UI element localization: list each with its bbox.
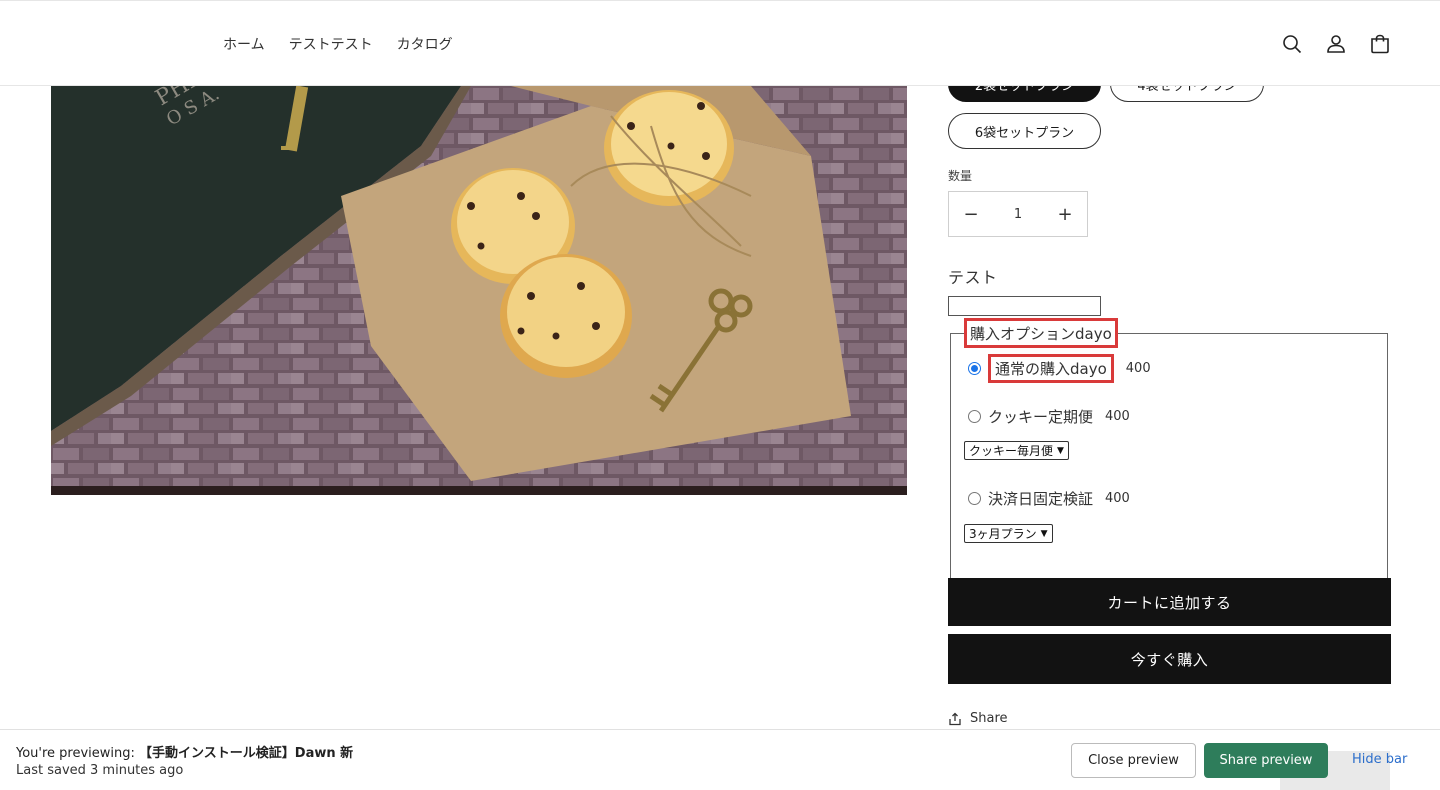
purchase-option-fixed-date: 決済日固定検証 400 <box>968 488 1130 509</box>
header-icons <box>1280 32 1392 56</box>
option-name-normal: 通常の購入dayo <box>988 354 1114 383</box>
search-icon[interactable] <box>1280 32 1304 56</box>
radio-cookie-subscription[interactable] <box>968 410 981 423</box>
previewing-text: You're previewing: 【手動インストール検証】Dawn 新 <box>16 742 353 761</box>
theme-preview-bar: You're previewing: 【手動インストール検証】Dawn 新 La… <box>0 729 1440 790</box>
chevron-down-icon: ▼ <box>1057 445 1064 456</box>
main-nav: ホーム テストテスト カタログ <box>223 34 453 54</box>
previewing-prefix: You're previewing: <box>16 746 135 761</box>
site-header: ホーム テストテスト カタログ <box>0 0 1440 86</box>
purchase-option-normal: 通常の購入dayo 400 <box>968 354 1151 383</box>
option-name-fixed-date: 決済日固定検証 <box>988 490 1094 508</box>
account-icon[interactable] <box>1324 32 1348 56</box>
purchase-option-subscription: クッキー定期便 400 <box>968 406 1130 427</box>
theme-name: 【手動インストール検証】Dawn 新 <box>139 746 354 761</box>
close-preview-button[interactable]: Close preview <box>1071 743 1196 778</box>
quantity-stepper: − 1 + <box>948 191 1088 237</box>
radio-normal-purchase[interactable] <box>968 362 981 375</box>
nav-item-catalog[interactable]: カタログ <box>397 34 453 54</box>
product-image: PHIA O S A. <box>51 86 907 495</box>
hide-bar-link[interactable]: Hide bar <box>1352 752 1407 767</box>
quantity-minus-button[interactable]: − <box>949 192 993 236</box>
quantity-label: 数量 <box>948 169 973 183</box>
option-price-normal: 400 <box>1125 361 1151 376</box>
test-field-input[interactable] <box>948 296 1101 316</box>
test-field-label: テスト <box>948 268 998 287</box>
subscription-plan-value: クッキー毎月便 <box>969 444 1054 458</box>
buy-now-button[interactable]: 今すぐ購入 <box>948 634 1391 684</box>
chevron-down-icon: ▼ <box>1040 528 1048 539</box>
nav-item-home[interactable]: ホーム <box>223 34 265 54</box>
fixed-date-plan-select[interactable]: 3ヶ月プラン ▼ <box>964 524 1053 543</box>
subscription-plan-select[interactable]: クッキー毎月便 ▼ <box>964 441 1069 460</box>
quantity-plus-button[interactable]: + <box>1043 192 1087 236</box>
share-preview-button[interactable]: Share preview <box>1204 743 1328 778</box>
cart-icon[interactable] <box>1368 32 1392 56</box>
last-saved-text: Last saved 3 minutes ago <box>16 763 184 778</box>
share-label: Share <box>970 711 1008 726</box>
nav-item-test[interactable]: テストテスト <box>289 34 373 54</box>
fixed-date-plan-value: 3ヶ月プラン <box>969 527 1037 541</box>
option-price-subscription: 400 <box>1105 409 1130 424</box>
option-name-subscription: クッキー定期便 <box>988 408 1094 426</box>
add-to-cart-button[interactable]: カートに追加する <box>948 578 1391 626</box>
purchase-options-legend: 購入オプションdayo <box>964 318 1118 348</box>
radio-fixed-date[interactable] <box>968 492 981 505</box>
option-price-fixed-date: 400 <box>1105 491 1130 506</box>
share-button[interactable]: Share <box>948 711 1008 726</box>
share-icon <box>949 712 961 725</box>
variant-pill-6[interactable]: 6袋セットプラン <box>948 113 1101 149</box>
quantity-value[interactable]: 1 <box>1014 207 1022 222</box>
